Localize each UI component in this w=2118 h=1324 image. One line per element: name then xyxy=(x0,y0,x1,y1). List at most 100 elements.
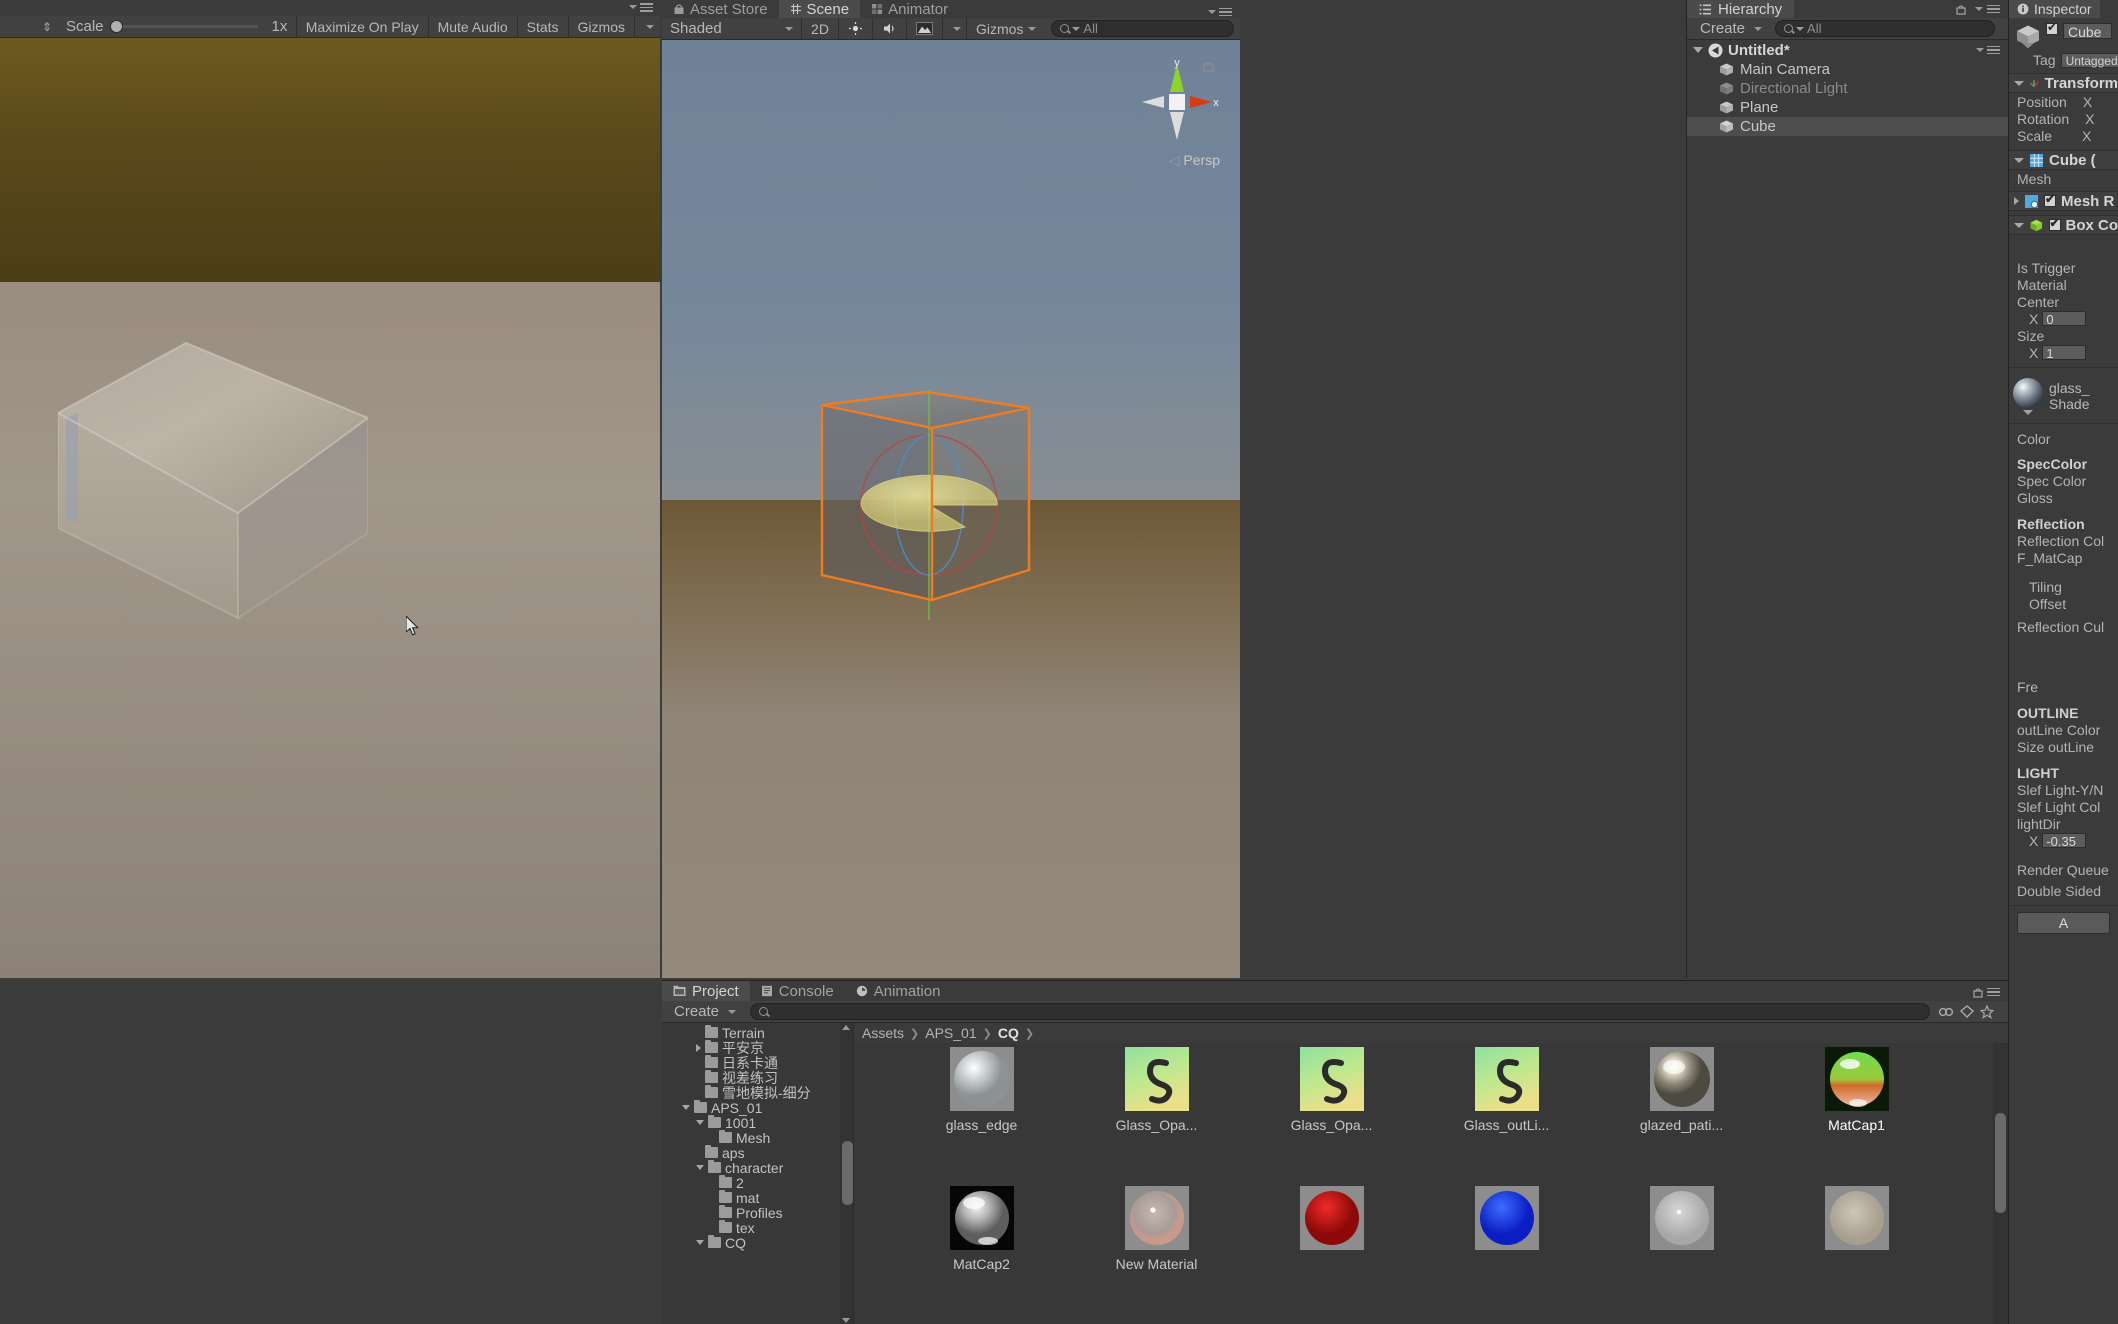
asset-grid-item[interactable]: Glass_Opa... xyxy=(1069,1047,1244,1167)
folder-tree-item[interactable]: CQ xyxy=(662,1235,853,1250)
tab-console[interactable]: Console xyxy=(750,981,845,1001)
asset-grid[interactable]: glass_edgeGlass_Opa...Glass_Opa...Glass_… xyxy=(854,1043,1992,1324)
asset-grid-item[interactable]: Glass_outLi... xyxy=(1419,1047,1594,1167)
tab-scene[interactable]: Scene xyxy=(779,0,861,18)
asset-grid-item[interactable]: MatCap1 xyxy=(1769,1047,1944,1167)
asset-grid-item[interactable] xyxy=(1419,1186,1594,1306)
asset-grid-item[interactable] xyxy=(1594,1186,1769,1306)
folder-tree-item[interactable]: character xyxy=(662,1160,853,1175)
scene-audio-toggle[interactable] xyxy=(872,18,906,39)
scene-effects-toggle[interactable] xyxy=(906,18,942,39)
tab-hierarchy[interactable]: Hierarchy xyxy=(1687,0,1794,18)
tree-scrollbar-thumb[interactable] xyxy=(842,1141,853,1205)
material-header[interactable]: glass_ Shade xyxy=(2009,374,2118,417)
folder-tree-item[interactable]: mat xyxy=(662,1190,853,1205)
chevron-down-icon[interactable] xyxy=(1693,47,1703,53)
maximize-on-play-button[interactable]: Maximize On Play xyxy=(296,16,428,37)
tab-inspector[interactable]: Inspector xyxy=(2009,0,2100,18)
draw-mode-dropdown[interactable]: Shaded xyxy=(662,20,801,37)
chevron-down-icon[interactable] xyxy=(696,1120,704,1125)
chevron-down-icon[interactable] xyxy=(696,1165,704,1170)
folder-tree-item[interactable]: aps xyxy=(662,1145,853,1160)
asset-grid-item[interactable]: glass_edge xyxy=(894,1047,1069,1167)
breadcrumb-segment[interactable]: CQ xyxy=(998,1025,1019,1041)
hierarchy-scene-root[interactable]: Untitled* xyxy=(1687,40,2008,60)
hierarchy-item-main-camera[interactable]: Main Camera xyxy=(1687,60,2008,79)
folder-tree-item[interactable]: 2 xyxy=(662,1175,853,1190)
folder-tree-item[interactable]: 1001 xyxy=(662,1115,853,1130)
asset-grid-scrollbar-thumb[interactable] xyxy=(1995,1113,2006,1213)
project-create-button[interactable]: Create xyxy=(668,1003,742,1020)
project-search-input[interactable] xyxy=(750,1003,1930,1020)
tab-project[interactable]: Project xyxy=(662,981,750,1001)
hierarchy-search-input[interactable]: All xyxy=(1775,20,1995,37)
component-header-transform[interactable]: Transform xyxy=(2009,73,2118,93)
asset-grid-item[interactable] xyxy=(1769,1186,1944,1306)
hierarchy-item-cube[interactable]: Cube xyxy=(1687,117,2008,136)
filter-by-type-icon[interactable] xyxy=(1938,1005,1954,1019)
project-folder-tree[interactable]: Terrain平安京日系卡通视差练习雪地模拟-细分APS_011001Mesha… xyxy=(662,1023,854,1324)
game-gizmos-dropdown[interactable] xyxy=(634,16,660,37)
scroll-up-arrow-icon[interactable] xyxy=(842,1025,850,1030)
folder-tree-item[interactable]: APS_01 xyxy=(662,1100,853,1115)
chevron-down-icon[interactable] xyxy=(2014,223,2024,228)
scene-context-menu-button[interactable] xyxy=(1971,44,2000,57)
asset-grid-item[interactable] xyxy=(1244,1186,1419,1306)
folder-tree-item[interactable]: 雪地模拟-细分 xyxy=(662,1085,853,1100)
toggle-2d-button[interactable]: 2D xyxy=(801,18,838,39)
folder-tree-item[interactable]: Profiles xyxy=(662,1205,853,1220)
scene-panel-menu-button[interactable] xyxy=(1203,6,1240,19)
chevron-down-icon[interactable] xyxy=(2014,158,2024,163)
chevron-down-icon[interactable] xyxy=(682,1105,690,1110)
asset-grid-scrollbar[interactable] xyxy=(1993,1043,2008,1324)
tree-scrollbar[interactable] xyxy=(840,1023,853,1324)
tab-animator[interactable]: Animator xyxy=(860,0,959,18)
mesh-renderer-enabled-checkbox[interactable] xyxy=(2044,195,2056,207)
hierarchy-item-plane[interactable]: Plane xyxy=(1687,98,2008,117)
scene-view-canvas[interactable]: y x ◁ Persp xyxy=(662,40,1240,978)
scene-view-gizmo[interactable]: y x xyxy=(1134,58,1220,158)
asset-grid-item[interactable]: glazed_pati... xyxy=(1594,1047,1769,1167)
hierarchy-item-directional-light[interactable]: Directional Light xyxy=(1687,79,2008,98)
folder-tree-item[interactable]: Mesh xyxy=(662,1130,853,1145)
game-gizmos-button[interactable]: Gizmos xyxy=(568,16,634,37)
scene-search-box[interactable]: All xyxy=(1045,20,1240,37)
scale-slider[interactable] xyxy=(110,25,258,28)
folder-tree-item[interactable]: tex xyxy=(662,1220,853,1235)
scene-gizmos-button[interactable]: Gizmos xyxy=(966,18,1045,39)
chevron-right-icon[interactable] xyxy=(2014,197,2019,205)
hierarchy-panel-menu-button[interactable] xyxy=(1956,3,2008,16)
stats-button[interactable]: Stats xyxy=(517,16,568,37)
aspect-dropdown[interactable]: ⇕ xyxy=(0,20,60,34)
project-panel-menu-button[interactable] xyxy=(1973,986,2008,1002)
hierarchy-create-button[interactable]: Create xyxy=(1694,20,1768,37)
tab-animation[interactable]: Animation xyxy=(845,981,952,1001)
filter-by-label-icon[interactable] xyxy=(1960,1005,1974,1019)
asset-grid-item[interactable]: Glass_Opa... xyxy=(1244,1047,1419,1167)
favorites-icon[interactable] xyxy=(1980,1005,1994,1019)
chevron-down-icon[interactable] xyxy=(2023,410,2033,415)
apply-button[interactable]: A xyxy=(2017,912,2110,934)
chevron-down-icon[interactable] xyxy=(2014,81,2024,86)
mute-audio-button[interactable]: Mute Audio xyxy=(428,16,517,37)
tag-dropdown[interactable]: Untagged xyxy=(2061,53,2118,68)
asset-grid-item[interactable]: MatCap2 xyxy=(894,1186,1069,1306)
component-header-mesh-renderer[interactable]: Mesh R xyxy=(2009,191,2118,211)
scene-selected-cube[interactable] xyxy=(817,370,1047,620)
object-enabled-checkbox[interactable] xyxy=(2046,23,2058,35)
size-x-input[interactable]: 1 xyxy=(2042,345,2086,360)
scene-projection-label[interactable]: ◁ Persp xyxy=(1169,152,1220,169)
scene-effects-dropdown[interactable] xyxy=(942,18,966,39)
scroll-down-arrow-icon[interactable] xyxy=(842,1318,850,1323)
game-view-canvas[interactable] xyxy=(0,38,660,978)
breadcrumb-segment[interactable]: APS_01 xyxy=(925,1025,976,1041)
component-header-box-collider[interactable]: Box Co xyxy=(2009,215,2118,235)
chevron-down-icon[interactable] xyxy=(696,1240,704,1245)
scale-slider-handle[interactable] xyxy=(110,20,123,33)
scene-lighting-toggle[interactable] xyxy=(838,18,872,39)
lightdir-x-input[interactable]: -0.35 xyxy=(2042,833,2086,848)
game-panel-menu-button[interactable] xyxy=(624,1,653,14)
box-collider-enabled-checkbox[interactable] xyxy=(2049,219,2061,231)
component-header-mesh-filter[interactable]: Cube ( xyxy=(2009,150,2118,170)
tab-asset-store[interactable]: Asset Store xyxy=(662,0,779,18)
